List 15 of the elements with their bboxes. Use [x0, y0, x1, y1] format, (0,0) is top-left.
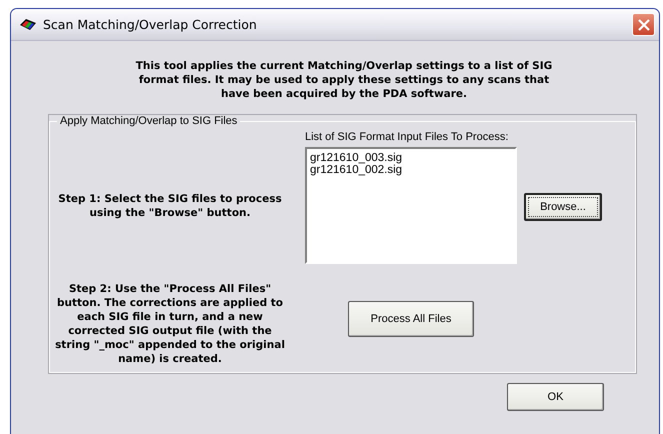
- file-list[interactable]: gr121610_003.sig gr121610_002.sig: [305, 147, 517, 264]
- window-title: Scan Matching/Overlap Correction: [43, 17, 258, 32]
- step-instruction: Step 2: Use the "Process All Files" button. The corrections are applied to each SIG file in turn, and a new corrected SIG output file (with the string "_moc" appended to the original name) is created.: [54, 282, 286, 366]
- process-all-files-button[interactable]: Process All Files: [348, 301, 474, 337]
- file-item[interactable]: gr121610_003.sig: [310, 152, 512, 164]
- close-button[interactable]: [632, 13, 655, 36]
- browse-button[interactable]: Browse...: [524, 192, 602, 220]
- group-title: Apply Matching/Overlap to SIG Files: [59, 115, 238, 127]
- step-instruction: Step 1: Select the SIG files to process using the "Browse" button.: [57, 192, 283, 220]
- description-text: This tool applies the current Matching/Overlap settings to a list of SIG format files. It may be used to apply these settings to any scans that have been acquired by the PDA software.: [134, 59, 554, 101]
- list-label: List of SIG Format Input Files To Process:: [305, 131, 510, 143]
- file-item[interactable]: gr121610_002.sig: [310, 164, 512, 176]
- app-icon: [19, 18, 37, 32]
- ok-button[interactable]: OK: [507, 383, 604, 411]
- close-icon: [638, 18, 650, 30]
